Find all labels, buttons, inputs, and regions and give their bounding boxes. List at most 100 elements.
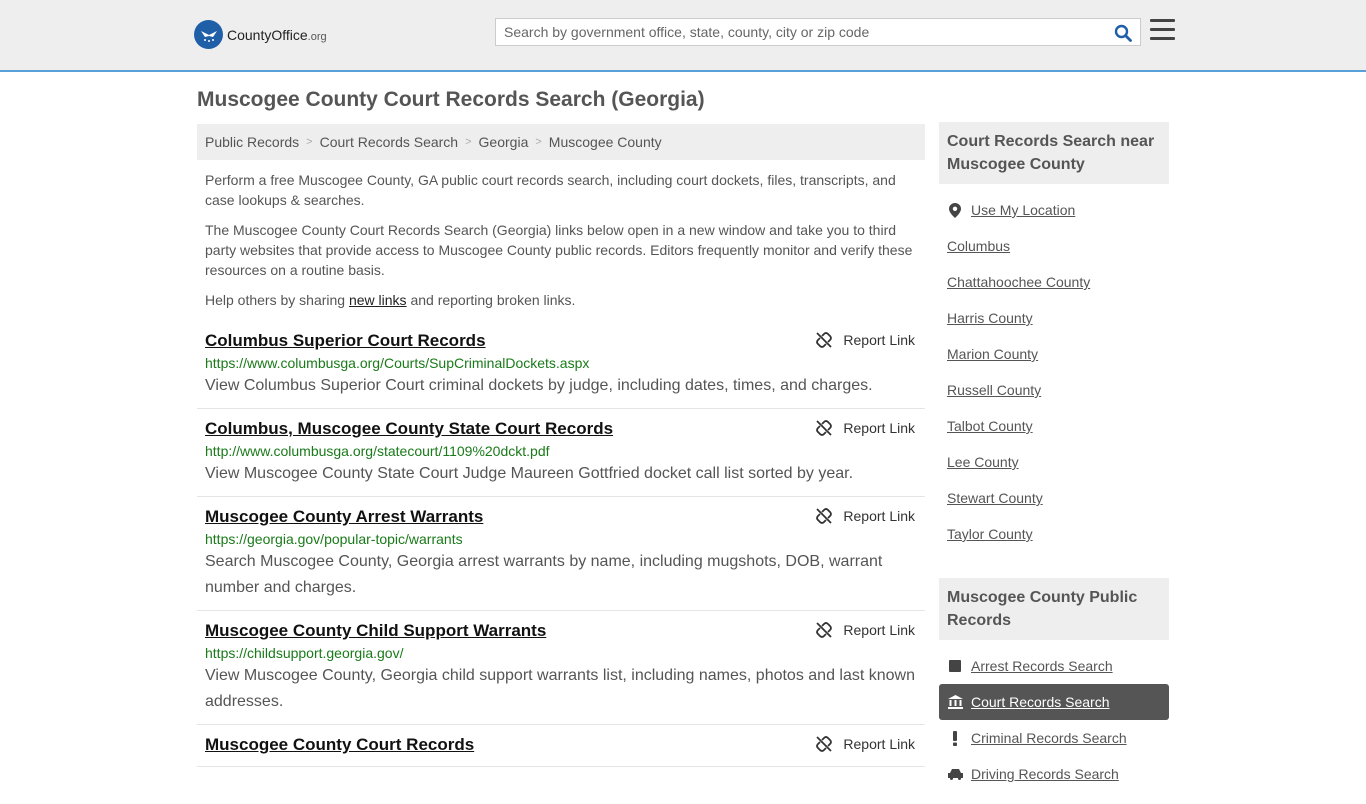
- broken-link-icon: [816, 736, 833, 752]
- result-title-link[interactable]: Columbus, Muscogee County State Court Re…: [205, 417, 613, 441]
- breadcrumb-item-muscogee-county[interactable]: Muscogee County: [549, 134, 662, 150]
- result-item: Muscogee County Child Support Warrants R…: [197, 611, 925, 725]
- report-link-label: Report Link: [843, 420, 915, 436]
- nearby-list: Use My Location Columbus Chattahoochee C…: [939, 184, 1169, 564]
- breadcrumb-item-public-records[interactable]: Public Records: [205, 134, 299, 150]
- report-link-button[interactable]: Report Link: [816, 736, 915, 752]
- result-description: View Muscogee County State Court Judge M…: [205, 465, 854, 482]
- intro-paragraph-3: Help others by sharing new links and rep…: [197, 290, 925, 310]
- result-item: Muscogee County Arrest Warrants Report L…: [197, 497, 925, 611]
- nearby-link-stewart-county[interactable]: Stewart County: [947, 490, 1043, 506]
- nearby-item: Talbot County: [939, 408, 1169, 444]
- nearby-link-harris-county[interactable]: Harris County: [947, 310, 1033, 326]
- result-item: Columbus, Muscogee County State Court Re…: [197, 409, 925, 497]
- intro-paragraph-2: The Muscogee County Court Records Search…: [205, 222, 913, 278]
- breadcrumb-separator-icon: >: [465, 136, 472, 148]
- breadcrumb-item-court-records-search[interactable]: Court Records Search: [320, 134, 459, 150]
- intro-paragraph-1: Perform a free Muscogee County, GA publi…: [205, 172, 896, 208]
- results-list: Columbus Superior Court Records Report L…: [197, 321, 925, 767]
- courthouse-icon: [947, 695, 963, 709]
- main-content: Perform a free Muscogee County, GA publi…: [197, 170, 925, 767]
- nearby-link-lee-county[interactable]: Lee County: [947, 454, 1019, 470]
- page-title: Muscogee County Court Records Search (Ge…: [197, 88, 705, 111]
- result-description: View Columbus Superior Court criminal do…: [205, 377, 873, 394]
- result-item: Columbus Superior Court Records Report L…: [197, 321, 925, 409]
- nearby-item: Lee County: [939, 444, 1169, 480]
- breadcrumb-item-georgia[interactable]: Georgia: [479, 134, 529, 150]
- result-description: Search Muscogee County, Georgia arrest w…: [205, 553, 883, 596]
- breadcrumb: Public Records > Court Records Search > …: [197, 124, 925, 160]
- records-item-driving: Driving Records Search: [939, 756, 1169, 792]
- square-icon: [947, 660, 963, 672]
- result-title-link[interactable]: Muscogee County Child Support Warrants: [205, 619, 546, 643]
- intro-text: Perform a free Muscogee County, GA publi…: [197, 170, 925, 310]
- logo-main-text: CountyOffice: [227, 26, 308, 43]
- nearby-item: Taylor County: [939, 516, 1169, 552]
- nearby-section-title: Court Records Search near Muscogee Count…: [939, 122, 1169, 184]
- hamburger-menu-button[interactable]: [1150, 19, 1175, 41]
- result-title-link[interactable]: Muscogee County Court Records: [205, 733, 474, 757]
- result-url[interactable]: https://georgia.gov/popular-topic/warran…: [205, 529, 917, 549]
- search-bar: [495, 18, 1141, 46]
- result-url[interactable]: http://www.columbusga.org/statecourt/110…: [205, 441, 917, 461]
- report-link-button[interactable]: Report Link: [816, 508, 915, 524]
- nearby-link-marion-county[interactable]: Marion County: [947, 346, 1038, 362]
- use-my-location-link[interactable]: Use My Location: [971, 202, 1075, 218]
- broken-link-icon: [816, 420, 833, 436]
- broken-link-icon: [816, 332, 833, 348]
- report-link-button[interactable]: Report Link: [816, 622, 915, 638]
- result-item: Muscogee County Court Records Report Lin…: [197, 725, 925, 767]
- search-button[interactable]: [1112, 22, 1134, 44]
- hamburger-icon-bar: [1150, 19, 1175, 22]
- hamburger-icon-bar: [1150, 28, 1175, 31]
- breadcrumb-separator-icon: >: [535, 136, 542, 148]
- use-my-location-item: Use My Location: [939, 192, 1169, 228]
- report-link-button[interactable]: Report Link: [816, 332, 915, 348]
- nearby-item: Stewart County: [939, 480, 1169, 516]
- nearby-link-columbus[interactable]: Columbus: [947, 238, 1010, 254]
- site-header: CountyOffice.org: [0, 0, 1366, 72]
- public-records-list: Arrest Records Search Court Records Sear…: [939, 640, 1169, 804]
- search-input[interactable]: [496, 19, 1096, 45]
- report-link-label: Report Link: [843, 332, 915, 348]
- result-title-link[interactable]: Muscogee County Arrest Warrants: [205, 505, 483, 529]
- broken-link-icon: [816, 622, 833, 638]
- court-records-search-link[interactable]: Court Records Search: [971, 694, 1110, 710]
- records-item-court-active: Court Records Search: [939, 684, 1169, 720]
- report-link-label: Report Link: [843, 736, 915, 752]
- result-url[interactable]: https://www.columbusga.org/Courts/SupCri…: [205, 353, 917, 373]
- logo-text: CountyOffice.org: [227, 27, 327, 43]
- hamburger-icon-bar: [1150, 37, 1175, 40]
- nearby-link-chattahoochee-county[interactable]: Chattahoochee County: [947, 274, 1090, 290]
- report-link-label: Report Link: [843, 622, 915, 638]
- nearby-item: Harris County: [939, 300, 1169, 336]
- result-title-link[interactable]: Columbus Superior Court Records: [205, 329, 486, 353]
- records-item-arrest: Arrest Records Search: [939, 648, 1169, 684]
- result-description: View Muscogee County, Georgia child supp…: [205, 667, 916, 710]
- nearby-link-taylor-county[interactable]: Taylor County: [947, 526, 1033, 542]
- new-links-link[interactable]: new links: [349, 292, 407, 308]
- records-item-criminal: Criminal Records Search: [939, 720, 1169, 756]
- logo-suffix-text: .org: [307, 30, 327, 43]
- exclamation-icon: [947, 730, 963, 746]
- driving-records-search-link[interactable]: Driving Records Search: [971, 766, 1119, 782]
- nearby-link-russell-county[interactable]: Russell County: [947, 382, 1041, 398]
- nearby-item: Marion County: [939, 336, 1169, 372]
- eagle-seal-icon: [194, 20, 223, 49]
- nearby-link-talbot-county[interactable]: Talbot County: [947, 418, 1033, 434]
- intro-share-text: Help others by sharing: [205, 292, 349, 308]
- car-icon: [947, 768, 963, 780]
- sidebar: Court Records Search near Muscogee Count…: [939, 122, 1169, 804]
- arrest-records-search-link[interactable]: Arrest Records Search: [971, 658, 1113, 674]
- search-icon: [1114, 24, 1132, 42]
- site-logo[interactable]: CountyOffice.org: [194, 20, 327, 49]
- report-link-button[interactable]: Report Link: [816, 420, 915, 436]
- nearby-item: Russell County: [939, 372, 1169, 408]
- map-pin-icon: [947, 202, 963, 218]
- public-records-section-title: Muscogee County Public Records: [939, 578, 1169, 640]
- result-url[interactable]: https://childsupport.georgia.gov/: [205, 643, 917, 663]
- criminal-records-search-link[interactable]: Criminal Records Search: [971, 730, 1127, 746]
- intro-report-text: and reporting broken links.: [406, 292, 576, 308]
- broken-link-icon: [816, 508, 833, 524]
- breadcrumb-separator-icon: >: [306, 136, 313, 148]
